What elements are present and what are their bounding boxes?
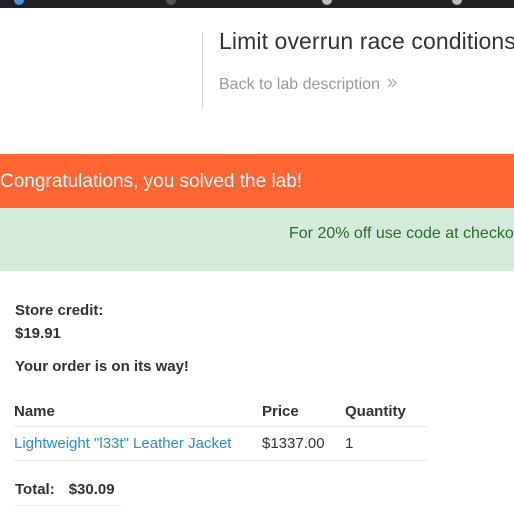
bookmark-item[interactable] bbox=[452, 0, 466, 7]
item-price: $1337.00 bbox=[262, 426, 345, 461]
order-total: Total: $30.09 bbox=[15, 481, 121, 506]
store-credit-label: Store credit: bbox=[15, 302, 104, 319]
back-link-label: Back to lab description bbox=[219, 76, 380, 93]
column-header-price: Price bbox=[262, 394, 345, 427]
column-header-quantity: Quantity bbox=[345, 394, 427, 427]
bookmark-item[interactable] bbox=[14, 0, 28, 7]
item-name-cell: Lightweight "l33t" Leather Jacket bbox=[14, 426, 262, 461]
total-label: Total: bbox=[15, 481, 55, 498]
title-divider bbox=[202, 32, 203, 108]
bookmark-item[interactable] bbox=[322, 0, 336, 7]
order-status-message: Your order is on its way! bbox=[15, 358, 189, 375]
double-chevron-right-icon bbox=[386, 76, 398, 94]
product-link[interactable]: Lightweight "l33t" Leather Jacket bbox=[14, 435, 231, 452]
table-row: Lightweight "l33t" Leather Jacket $1337.… bbox=[14, 426, 427, 461]
order-table: Name Price Quantity Lightweight "l33t" L… bbox=[14, 394, 427, 461]
lab-solved-banner: Congratulations, you solved the lab! bbox=[0, 154, 514, 209]
bookmark-item[interactable] bbox=[166, 0, 180, 7]
bookmarks-bar bbox=[0, 0, 514, 8]
table-header-row: Name Price Quantity bbox=[14, 394, 427, 427]
store-credit-value: $19.91 bbox=[15, 325, 61, 342]
item-quantity: 1 bbox=[345, 426, 427, 461]
promo-banner: For 20% off use code at checkout bbox=[0, 208, 514, 271]
column-header-name: Name bbox=[14, 394, 262, 427]
lab-title: Limit overrun race conditions bbox=[219, 28, 514, 54]
lab-solved-message: Congratulations, you solved the lab! bbox=[0, 170, 303, 192]
back-to-description-link[interactable]: Back to lab description bbox=[219, 76, 398, 94]
promo-message: For 20% off use code at checkout bbox=[289, 225, 514, 242]
total-value: $30.09 bbox=[68, 481, 115, 498]
